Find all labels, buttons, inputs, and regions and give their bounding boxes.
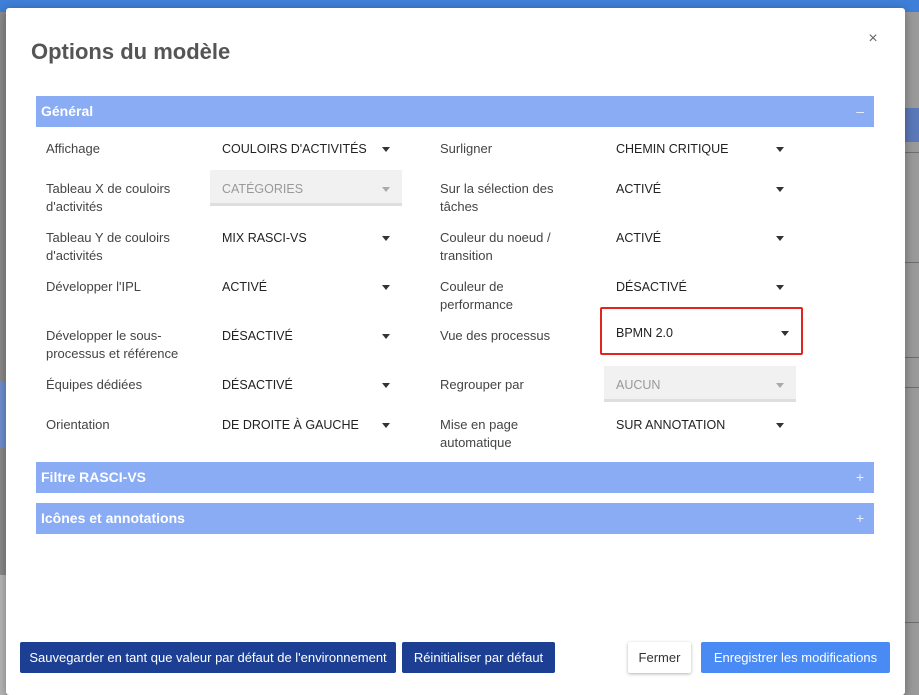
dropdown-caret-icon bbox=[776, 187, 784, 192]
option-label-couleur-performance: Couleur de performance bbox=[440, 279, 513, 312]
expand-icon[interactable]: + bbox=[856, 510, 864, 526]
option-label-developper-ipl: Développer l'IPL bbox=[46, 279, 141, 294]
model-options-dialog: Options du modèle × Général – Affichage … bbox=[6, 8, 905, 695]
section-icones-label: Icônes et annotations bbox=[41, 510, 185, 526]
dropdown-caret-icon bbox=[382, 383, 390, 388]
select-value: SUR ANNOTATION bbox=[616, 418, 726, 432]
select-developper-ipl[interactable]: ACTIVÉ bbox=[210, 268, 402, 304]
select-value: MIX RASCI-VS bbox=[222, 231, 307, 245]
dropdown-caret-icon bbox=[382, 187, 390, 192]
option-label-surligner: Surligner bbox=[440, 141, 493, 156]
dropdown-caret-icon bbox=[776, 423, 784, 428]
dropdown-caret-icon bbox=[382, 334, 390, 339]
background-right-panel bbox=[905, 12, 919, 695]
select-surligner[interactable]: CHEMIN CRITIQUE bbox=[604, 130, 796, 166]
background-divider bbox=[905, 152, 919, 153]
option-label-developper-sous-processus: Développer le sous-processus et référenc… bbox=[46, 328, 179, 361]
background-divider bbox=[905, 622, 919, 623]
option-label-regrouper-par: Regrouper par bbox=[440, 377, 524, 392]
dropdown-caret-icon bbox=[776, 236, 784, 241]
select-value: DÉSACTIVÉ bbox=[222, 329, 293, 343]
select-value: DÉSACTIVÉ bbox=[222, 378, 293, 392]
select-value: COULOIRS D'ACTIVITÉS bbox=[222, 142, 367, 156]
select-affichage[interactable]: COULOIRS D'ACTIVITÉS bbox=[210, 130, 402, 166]
section-filtre-label: Filtre RASCI-VS bbox=[41, 469, 147, 485]
option-label-selection-taches: Sur la sélection des tâches bbox=[440, 181, 554, 214]
select-value: CATÉGORIES bbox=[222, 182, 304, 196]
select-developper-sous-processus[interactable]: DÉSACTIVÉ bbox=[210, 317, 402, 353]
collapse-icon[interactable]: – bbox=[856, 103, 864, 119]
select-couleur-noeud[interactable]: ACTIVÉ bbox=[604, 219, 796, 255]
select-value: BPMN 2.0 bbox=[616, 326, 673, 340]
select-value: DÉSACTIVÉ bbox=[616, 280, 687, 294]
select-value: DE DROITE À GAUCHE bbox=[222, 418, 359, 432]
save-changes-button[interactable]: Enregistrer les modifications bbox=[701, 642, 890, 673]
close-icon[interactable]: × bbox=[864, 30, 882, 48]
select-tableau-x: CATÉGORIES bbox=[210, 170, 402, 206]
expand-icon[interactable]: + bbox=[856, 469, 864, 485]
select-mise-en-page[interactable]: SUR ANNOTATION bbox=[604, 406, 796, 442]
select-orientation[interactable]: DE DROITE À GAUCHE bbox=[210, 406, 402, 442]
select-regrouper-par: AUCUN bbox=[604, 366, 796, 402]
dropdown-caret-icon bbox=[382, 423, 390, 428]
dropdown-caret-icon bbox=[781, 331, 789, 336]
save-default-button[interactable]: Sauvegarder en tant que valeur par défau… bbox=[20, 642, 396, 673]
option-label-vue-processus: Vue des processus bbox=[440, 328, 551, 343]
section-filtre-header[interactable]: Filtre RASCI-VS + bbox=[36, 462, 874, 493]
select-value: CHEMIN CRITIQUE bbox=[616, 142, 729, 156]
dropdown-caret-icon bbox=[382, 285, 390, 290]
select-vue-processus[interactable]: BPMN 2.0 bbox=[600, 307, 803, 355]
section-general-label: Général bbox=[41, 103, 94, 119]
select-value: AUCUN bbox=[616, 378, 661, 392]
section-general-header[interactable]: Général – bbox=[36, 96, 874, 127]
dropdown-caret-icon bbox=[776, 383, 784, 388]
option-label-equipes-dediees: Équipes dédiées bbox=[46, 377, 143, 392]
option-label-mise-en-page: Mise en page automatique bbox=[440, 417, 519, 450]
section-icones-header[interactable]: Icônes et annotations + bbox=[36, 503, 874, 534]
dialog-title: Options du modèle bbox=[31, 39, 231, 64]
option-label-tableau-y: Tableau Y de couloirs d'activités bbox=[46, 230, 170, 263]
dropdown-caret-icon bbox=[382, 236, 390, 241]
background-strip bbox=[905, 108, 919, 142]
reset-default-button[interactable]: Réinitialiser par défaut bbox=[402, 642, 555, 673]
select-value: ACTIVÉ bbox=[616, 182, 662, 196]
background-divider bbox=[905, 357, 919, 358]
select-couleur-performance[interactable]: DÉSACTIVÉ bbox=[604, 268, 796, 304]
dropdown-caret-icon bbox=[382, 147, 390, 152]
option-label-affichage: Affichage bbox=[46, 141, 100, 156]
select-selection-taches[interactable]: ACTIVÉ bbox=[604, 170, 796, 206]
dropdown-caret-icon bbox=[776, 285, 784, 290]
select-value: ACTIVÉ bbox=[616, 231, 662, 245]
background-divider bbox=[905, 387, 919, 388]
option-label-orientation: Orientation bbox=[46, 417, 110, 432]
select-tableau-y[interactable]: MIX RASCI-VS bbox=[210, 219, 402, 255]
option-label-couleur-noeud: Couleur du noeud / transition bbox=[440, 230, 551, 263]
select-equipes-dediees[interactable]: DÉSACTIVÉ bbox=[210, 366, 402, 402]
select-value: ACTIVÉ bbox=[222, 280, 268, 294]
close-button[interactable]: Fermer bbox=[628, 642, 691, 673]
background-divider bbox=[905, 262, 919, 263]
option-label-tableau-x: Tableau X de couloirs d'activités bbox=[46, 181, 171, 214]
dropdown-caret-icon bbox=[776, 147, 784, 152]
